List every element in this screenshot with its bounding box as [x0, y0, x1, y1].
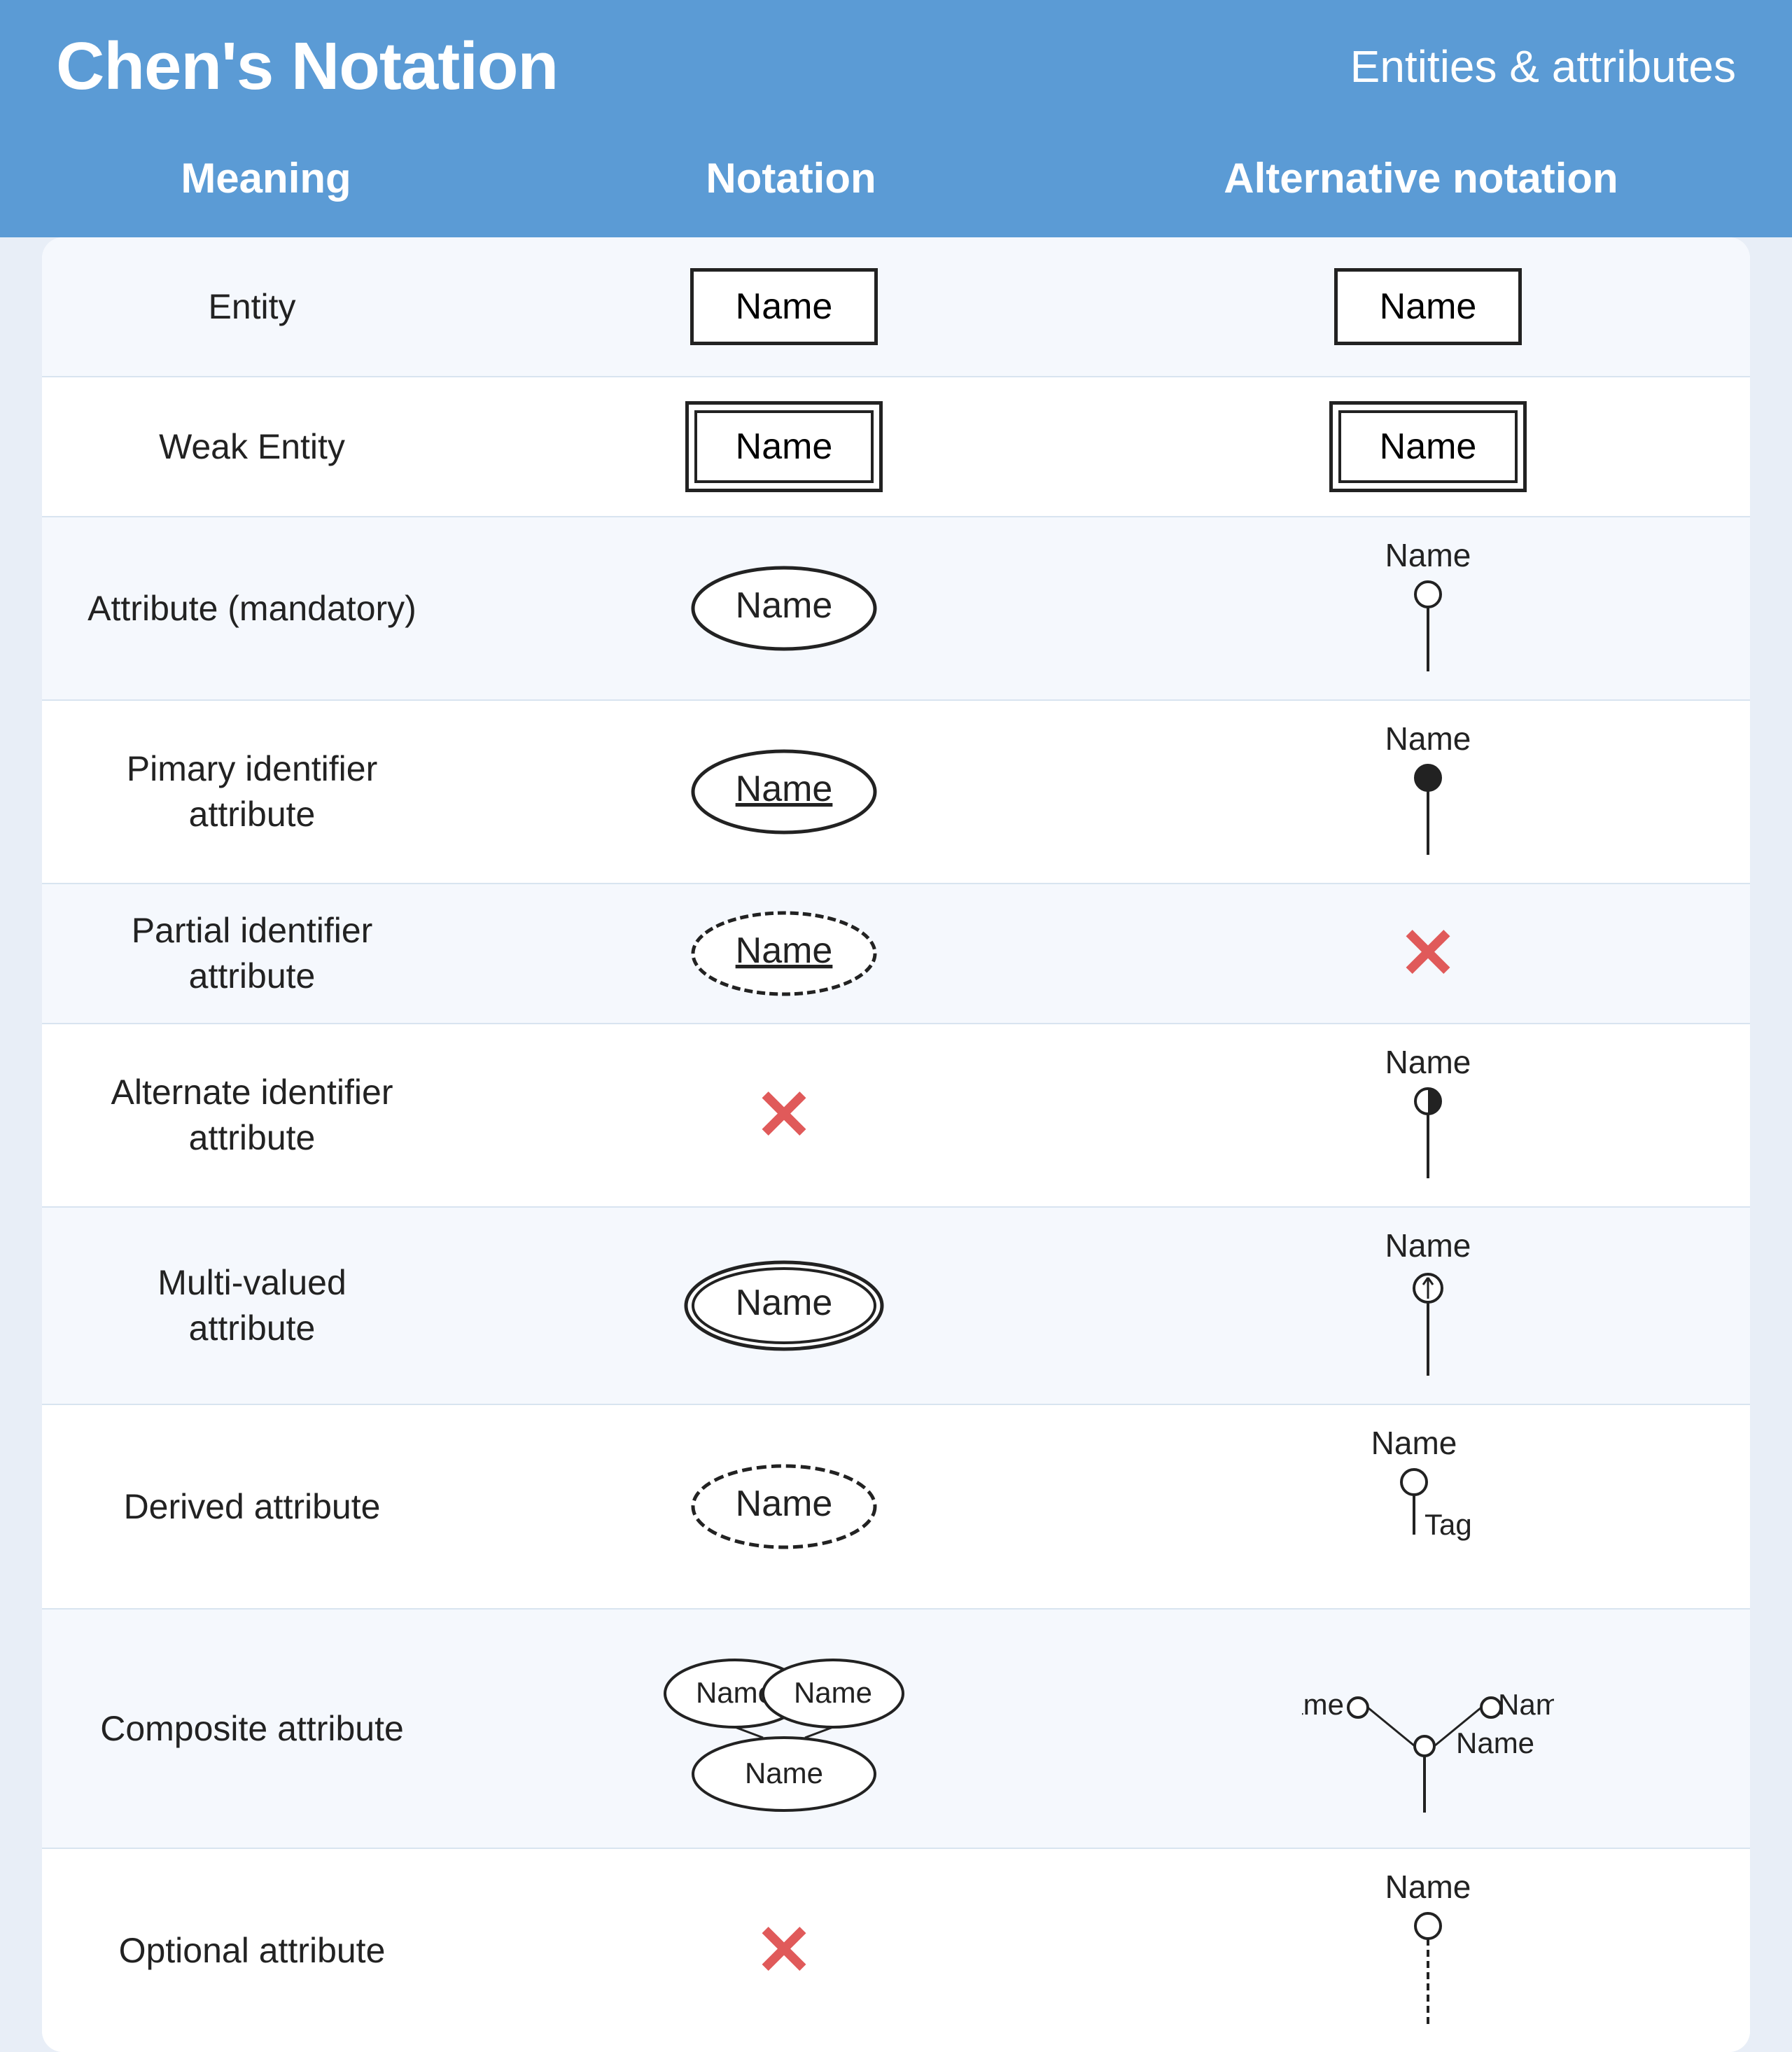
alt-derived: Name Tag: [1372, 1426, 1484, 1587]
table-row: Composite attribute Name Name Name: [42, 1610, 1750, 1849]
meaning-cell: Pimary identifierattribute: [42, 725, 462, 858]
table-row: Optional attribute ✕ Name: [42, 1849, 1750, 2052]
meaning-cell: Optional attribute: [42, 1909, 462, 1992]
entity-box: Name: [690, 268, 878, 345]
svg-text:Name: Name: [1386, 1045, 1470, 1080]
alt-optional: Name: [1386, 1870, 1470, 2031]
notation-cell: Name: [462, 380, 1106, 513]
table-row: Weak Entity Name Name: [42, 377, 1750, 517]
cross-symbol: ✕: [755, 1080, 813, 1150]
table-row: Partial identifierattribute Name ✕: [42, 884, 1750, 1024]
svg-text:Name: Name: [1386, 1229, 1470, 1264]
svg-text:Name: Name: [794, 1676, 872, 1709]
alt-cell: Name: [1106, 380, 1750, 513]
svg-text:Tag: Tag: [1424, 1508, 1472, 1541]
meaning-cell: Alternate identifierattribute: [42, 1049, 462, 1182]
alt-cell: Name: [1106, 1849, 1750, 2052]
ellipse-partial: Name: [686, 908, 882, 999]
weak-entity-inner: Name: [694, 410, 874, 483]
header-subtitle: Entities & attributes: [1350, 41, 1736, 92]
svg-text:Name: Name: [1386, 722, 1470, 757]
alt-mandatory: Name: [1386, 538, 1470, 678]
meaning-cell: Entity: [42, 265, 462, 348]
alt-composite: Name Name Name: [1302, 1631, 1554, 1827]
table-row: Alternate identifierattribute ✕ Name: [42, 1024, 1750, 1208]
svg-text:Name: Name: [1302, 1688, 1344, 1721]
alt-multivalued: Name: [1386, 1229, 1470, 1383]
ellipse-mandatory: Name: [686, 563, 882, 654]
notation-cell: ✕: [462, 1894, 1106, 2006]
notation-cell: Name Name Name: [462, 1617, 1106, 1841]
ellipse-multivalued: Name: [672, 1250, 896, 1362]
table-body: Entity Name Name Weak Entity Nam: [42, 237, 1750, 2052]
col-meaning: Meaning: [56, 154, 476, 202]
alt-cell: Name Name Name: [1106, 1610, 1750, 1848]
meaning-cell: Derived attribute: [42, 1465, 462, 1548]
weak-entity-inner-alt: Name: [1338, 410, 1518, 483]
table-row: Entity Name Name: [42, 237, 1750, 377]
notation-cell: Name: [462, 1440, 1106, 1573]
notation-cell: Name: [462, 887, 1106, 1020]
cross-symbol: ✕: [1399, 919, 1457, 989]
alt-cell: Name Tag: [1106, 1405, 1750, 1608]
meaning-cell: Multi-valuedattribute: [42, 1239, 462, 1372]
svg-text:Name: Name: [736, 585, 833, 626]
svg-text:Name: Name: [1372, 1426, 1457, 1461]
entity-box-alt: Name: [1334, 268, 1522, 345]
meaning-cell: Attribute (mandatory): [42, 567, 462, 650]
alt-cell: Name: [1106, 517, 1750, 699]
ellipse-primary: Name: [686, 746, 882, 837]
alt-cell: Name: [1106, 1208, 1750, 1404]
table-row: Multi-valuedattribute Name Name: [42, 1208, 1750, 1405]
ellipse-derived: Name: [686, 1461, 882, 1552]
table-row: Attribute (mandatory) Name Name: [42, 517, 1750, 701]
page-title: Chen's Notation: [56, 28, 558, 105]
col-notation: Notation: [476, 154, 1106, 202]
alt-alternate: Name: [1386, 1045, 1470, 1185]
notation-cell: Name: [462, 542, 1106, 675]
notation-cell: ✕: [462, 1059, 1106, 1171]
composite-notation: Name Name Name: [651, 1638, 917, 1820]
page-container: Chen's Notation Entities & attributes Me…: [0, 0, 1792, 2052]
meaning-cell: Weak Entity: [42, 405, 462, 488]
alt-cell: Name: [1106, 247, 1750, 366]
svg-text:Name: Name: [736, 930, 833, 971]
notation-cell: Name: [462, 725, 1106, 858]
weak-entity-alt: Name: [1329, 401, 1527, 492]
column-headers: Meaning Notation Alternative notation: [0, 133, 1792, 237]
svg-text:Name: Name: [745, 1757, 823, 1789]
alt-cell: Name: [1106, 701, 1750, 883]
svg-text:Name: Name: [1386, 1870, 1470, 1905]
svg-text:Name: Name: [736, 1484, 833, 1524]
notation-cell: Name: [462, 247, 1106, 366]
svg-text:Name: Name: [1456, 1726, 1534, 1759]
svg-text:Name: Name: [736, 769, 833, 809]
table-row: Pimary identifierattribute Name Name: [42, 701, 1750, 884]
table-row: Derived attribute Name Name Tag: [42, 1405, 1750, 1610]
weak-entity-notation: Name: [685, 401, 883, 492]
alt-primary: Name: [1386, 722, 1470, 862]
alt-cell: Name: [1106, 1024, 1750, 1206]
header: Chen's Notation Entities & attributes: [0, 0, 1792, 133]
svg-text:Name: Name: [736, 1283, 833, 1323]
meaning-cell: Partial identifierattribute: [42, 887, 462, 1020]
meaning-cell: Composite attribute: [42, 1687, 462, 1770]
cross-symbol: ✕: [755, 1915, 813, 1985]
notation-cell: Name: [462, 1229, 1106, 1383]
svg-text:Name: Name: [1386, 538, 1470, 573]
col-alternative: Alternative notation: [1106, 154, 1736, 202]
alt-cell: ✕: [1106, 898, 1750, 1010]
svg-text:Name: Name: [1498, 1688, 1554, 1721]
